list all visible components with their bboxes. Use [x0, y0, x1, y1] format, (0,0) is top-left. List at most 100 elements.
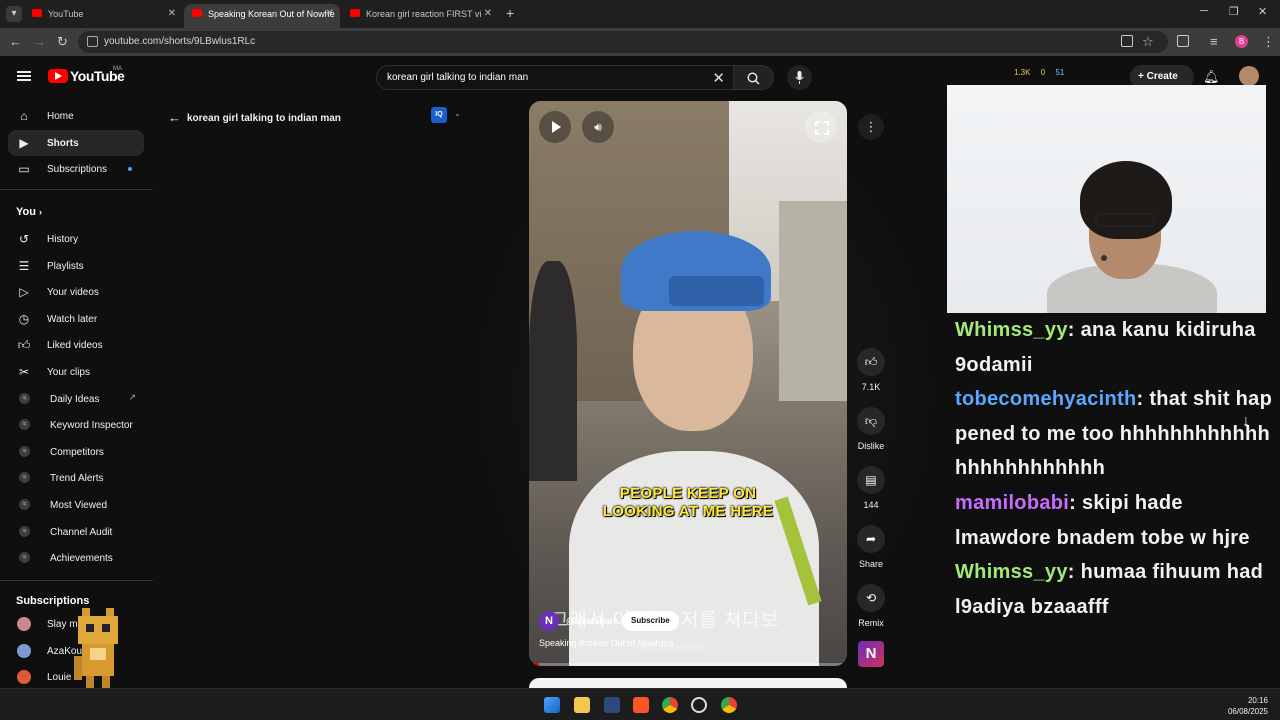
file-explorer-icon[interactable]	[574, 697, 590, 713]
sidebar-item-competitors[interactable]: iq Competitors	[8, 439, 144, 465]
youtube-logo-icon[interactable]	[48, 69, 68, 83]
tab-youtube[interactable]: YouTube ✕	[24, 4, 182, 28]
voice-search-button[interactable]	[787, 65, 812, 90]
video-building	[779, 201, 847, 401]
browser-menu-icon[interactable]: ⋮	[1262, 34, 1275, 50]
chat-message: Whimss_yy: ana kanu kidiruha 9odamii	[955, 319, 1256, 376]
sidebar-item-history[interactable]: ↺ History	[8, 226, 144, 252]
remix-button[interactable]: ⟲ Remix	[853, 584, 889, 628]
system-clock[interactable]: 20:16 06/08/2025	[1228, 695, 1268, 717]
close-tab-icon[interactable]: ✕	[326, 4, 334, 24]
profile-avatar-icon[interactable]: B	[1235, 35, 1248, 48]
fullscreen-icon[interactable]	[805, 111, 837, 143]
scissors-icon: ✂	[18, 365, 30, 379]
sidebar-item-liked-videos[interactable]: 👍︎ Liked videos	[8, 332, 144, 358]
account-avatar[interactable]	[1239, 66, 1259, 86]
minimize-icon[interactable]: ─	[1200, 5, 1208, 17]
url-bar[interactable]: youtube.com/shorts/9LBwlus1RLc	[78, 31, 1168, 53]
channel-handle[interactable]: @Nextshark	[566, 616, 618, 626]
sidebar-item-trend-alerts[interactable]: iq Trend Alerts	[8, 465, 144, 491]
video-cap-band	[669, 276, 764, 306]
sidebar-item-achievements[interactable]: iq Achievements	[8, 545, 144, 571]
comments-button[interactable]: ▤ 144	[853, 466, 889, 510]
vidiq-icon: iq	[19, 393, 30, 404]
sound-source-logo[interactable]: N	[858, 641, 884, 667]
sidebar-item-playlists[interactable]: ☰ Playlists	[8, 253, 144, 279]
shorts-video-player[interactable]: PEOPLE KEEP ON LOOKING AT ME HERE 그래서 이 …	[529, 101, 847, 666]
scroll-down-arrow-icon[interactable]: ↓	[1234, 410, 1258, 434]
subscribe-button[interactable]: Subscribe	[622, 611, 679, 631]
more-options-icon[interactable]: ⋮	[858, 114, 884, 140]
channel-avatar[interactable]: N	[539, 611, 559, 631]
restore-icon[interactable]: ❐	[1229, 5, 1239, 18]
browser-tab-bar: ▾ YouTube ✕ Speaking Korean Out of Nowhe…	[0, 0, 1280, 28]
chat-message: tobecomehyacinth: that shit happened to …	[955, 388, 1273, 480]
play-button[interactable]	[539, 111, 571, 143]
channel-avatar	[17, 617, 31, 631]
vidiq-icon: iq	[19, 419, 30, 430]
menu-icon[interactable]	[17, 71, 31, 81]
app-icon[interactable]	[604, 697, 620, 713]
site-info-icon[interactable]	[87, 36, 98, 47]
thumbs-down-icon: 👎︎	[857, 407, 885, 435]
reading-list-icon[interactable]: ≡	[1210, 34, 1218, 49]
webcam-overlay	[947, 85, 1266, 313]
your-videos-icon: ▷	[19, 285, 29, 299]
chevron-right-icon: ›	[39, 207, 43, 217]
back-icon[interactable]: ←	[9, 34, 22, 49]
chrome-icon[interactable]	[662, 697, 678, 713]
cast-icon[interactable]	[1121, 35, 1133, 47]
sidebar-item-subscriptions[interactable]: ▭ Subscriptions	[8, 156, 144, 182]
new-content-dot	[128, 167, 132, 171]
share-button[interactable]: ➦ Share	[853, 525, 889, 569]
vidiq-icon: iq	[19, 526, 30, 537]
video-subject-shirt	[569, 451, 819, 666]
brave-browser-icon[interactable]	[633, 697, 649, 713]
pixel-cat-sticker-icon	[74, 608, 118, 688]
sidebar-item-watch-later[interactable]: ◷ Watch later	[8, 306, 144, 332]
close-tab-icon[interactable]: ✕	[484, 4, 492, 24]
obs-icon[interactable]	[691, 697, 707, 713]
tab-korean-reaction[interactable]: Korean girl reaction FIRST vi ✕	[342, 4, 498, 28]
you-section-header[interactable]: You ›	[16, 206, 42, 218]
back-to-search[interactable]: ← korean girl talking to indian man	[168, 110, 341, 125]
vidiq-icon: iq	[19, 472, 30, 483]
forward-icon[interactable]: →	[33, 34, 46, 49]
channel-avatar	[17, 644, 31, 658]
close-window-icon[interactable]: ✕	[1258, 5, 1267, 18]
vidiq-badge[interactable]: IQ	[431, 107, 447, 123]
search-input[interactable]: korean girl talking to indian man ✕	[376, 65, 734, 90]
clear-search-icon[interactable]: ✕	[712, 69, 725, 87]
like-button[interactable]: 👍︎ 7.1K	[853, 348, 889, 392]
windows-start-icon[interactable]	[544, 697, 560, 713]
new-tab-icon[interactable]: +	[506, 5, 514, 21]
plus-icon: +	[1138, 71, 1147, 82]
sidebar-item-your-clips[interactable]: ✂ Your clips	[8, 359, 144, 385]
sidebar-item-your-videos[interactable]: ▷ Your videos	[8, 279, 144, 305]
tab-search-icon[interactable]: ▾	[6, 6, 22, 22]
webcam-headset-mic	[1101, 255, 1107, 261]
sidebar-item-home[interactable]: ⌂ Home	[8, 103, 144, 129]
sidebar-item-daily-ideas[interactable]: iq Daily Ideas ↗	[8, 386, 144, 412]
sidebar-item-most-viewed[interactable]: iq Most Viewed	[8, 492, 144, 518]
sidebar-item-keyword-inspector[interactable]: iq Keyword Inspector	[8, 412, 144, 438]
sidebar-item-shorts[interactable]: ▶ Shorts	[8, 130, 144, 156]
close-tab-icon[interactable]: ✕	[168, 4, 176, 24]
search-icon	[747, 72, 760, 85]
search-button[interactable]	[734, 65, 774, 90]
notifications-bell-icon[interactable]: 🔔︎	[1203, 69, 1220, 85]
chrome-icon[interactable]	[721, 697, 737, 713]
bookmark-star-icon[interactable]: ☆	[1142, 34, 1154, 50]
tab-shorts-video[interactable]: Speaking Korean Out of Nowhe ✕	[184, 4, 340, 28]
sidebar-item-channel-audit[interactable]: iq Channel Audit	[8, 519, 144, 545]
reload-icon[interactable]: ↻	[57, 34, 68, 50]
video-title[interactable]: Speaking Korean Out of Nowhere	[539, 638, 674, 648]
dislike-button[interactable]: 👎︎ Dislike	[853, 407, 889, 451]
webcam-person-glasses	[1095, 213, 1155, 227]
volume-icon[interactable]: 🔊︎	[582, 111, 614, 143]
country-code: MA	[113, 66, 122, 72]
playlists-icon: ☰	[18, 259, 30, 273]
chevron-down-icon[interactable]: ⌄	[454, 109, 461, 118]
extensions-icon[interactable]	[1177, 35, 1189, 47]
video-progress-bar[interactable]	[529, 663, 847, 666]
